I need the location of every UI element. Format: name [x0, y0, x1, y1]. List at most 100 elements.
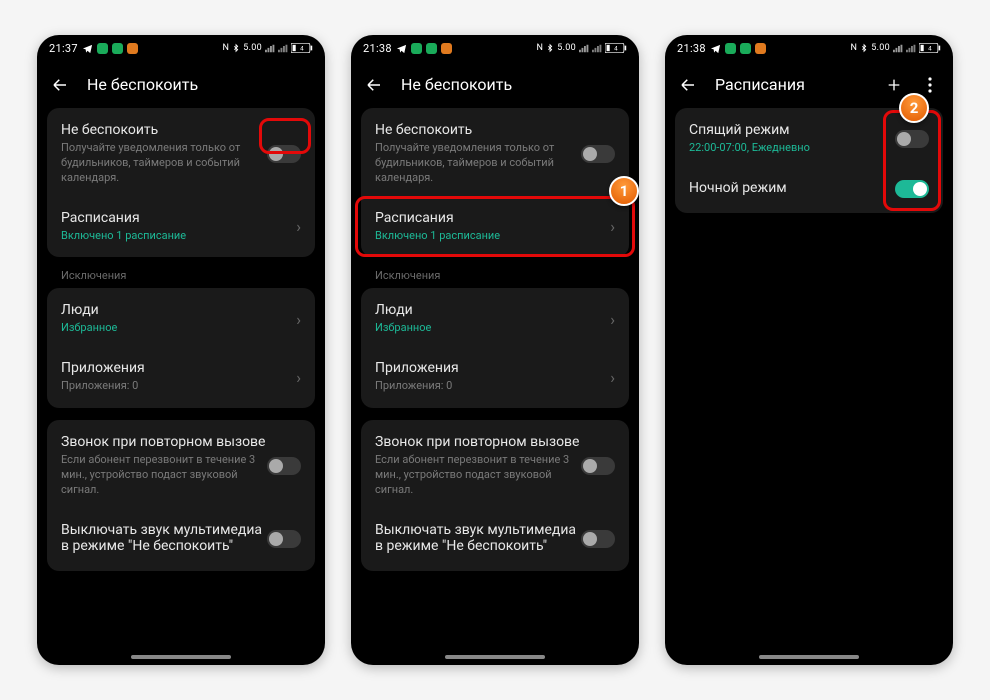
home-indicator[interactable]	[445, 655, 545, 659]
telegram-icon	[82, 43, 93, 54]
back-button[interactable]	[51, 76, 69, 94]
apps-subtitle: Приложения: 0	[375, 379, 610, 394]
signal-icon-2	[592, 44, 602, 53]
chevron-right-icon: ›	[610, 217, 615, 236]
repeat-call-title: Звонок при повторном вызове	[375, 434, 581, 450]
chevron-right-icon: ›	[296, 217, 301, 236]
exceptions-label: Исключения	[361, 269, 629, 288]
repeat-call-row[interactable]: Звонок при повторном вызове Если абонент…	[361, 422, 629, 510]
apps-subtitle: Приложения: 0	[61, 379, 296, 394]
mute-media-toggle[interactable]	[581, 530, 615, 548]
dnd-toggle[interactable]	[581, 145, 615, 163]
dnd-toggle[interactable]	[267, 145, 301, 163]
sleep-mode-title: Спящий режим	[689, 122, 895, 138]
dnd-subtitle: Получайте уведомления только от будильни…	[61, 141, 267, 186]
signal-icon	[579, 44, 589, 53]
status-time: 21:38	[677, 42, 706, 55]
dnd-subtitle: Получайте уведомления только от будильни…	[375, 141, 581, 186]
chevron-right-icon: ›	[296, 310, 301, 329]
mute-media-row[interactable]: Выключать звук мультимедиа в режиме "Не …	[361, 510, 629, 569]
home-indicator[interactable]	[759, 655, 859, 659]
sleep-mode-subtitle: 22:00-07:00, Ежедневно	[689, 141, 895, 156]
app-icon-1	[97, 43, 108, 54]
mute-media-row[interactable]: Выключать звук мультимедиа в режиме "Не …	[47, 510, 315, 569]
exceptions-label: Исключения	[47, 269, 315, 288]
dnd-toggle-row[interactable]: Не беспокоить Получайте уведомления толь…	[361, 110, 629, 198]
night-mode-title: Ночной режим	[689, 180, 895, 196]
phone-screen-1: 21:37 N 5.00 4	[37, 35, 325, 665]
chevron-right-icon: ›	[610, 368, 615, 387]
status-bar: 21:38 N 5.00 4	[665, 35, 953, 61]
signal-icon	[265, 44, 275, 53]
people-row[interactable]: Люди Избранное ›	[47, 290, 315, 348]
schedules-title: Расписания	[375, 210, 610, 226]
settings-content: Не беспокоить Получайте уведомления толь…	[37, 108, 325, 665]
sleep-mode-toggle[interactable]	[895, 130, 929, 148]
callout-badge-2: 2	[899, 93, 929, 123]
schedules-title: Расписания	[61, 210, 296, 226]
bluetooth-icon	[546, 43, 554, 53]
chevron-right-icon: ›	[610, 310, 615, 329]
dnd-title: Не беспокоить	[375, 122, 581, 138]
repeat-call-toggle[interactable]	[581, 457, 615, 475]
add-button[interactable]	[885, 76, 903, 94]
apps-row[interactable]: Приложения Приложения: 0 ›	[361, 348, 629, 406]
repeat-call-toggle[interactable]	[267, 457, 301, 475]
app-icon-3	[127, 43, 138, 54]
page-title: Расписания	[715, 75, 805, 94]
more-button[interactable]	[921, 76, 939, 94]
nfc-icon: N	[851, 43, 858, 53]
app-icon-3	[755, 43, 766, 54]
apps-row[interactable]: Приложения Приложения: 0 ›	[47, 348, 315, 406]
people-title: Люди	[61, 302, 296, 318]
dnd-title: Не беспокоить	[61, 122, 267, 138]
nfc-icon: N	[537, 43, 544, 53]
repeat-call-subtitle: Если абонент перезвонит в течение 3 мин.…	[375, 453, 581, 498]
repeat-call-row[interactable]: Звонок при повторном вызове Если абонент…	[47, 422, 315, 510]
page-title: Не беспокоить	[87, 75, 198, 94]
bluetooth-icon	[860, 43, 868, 53]
net-speed: 5.00	[557, 43, 576, 53]
status-bar: 21:38 N 5.00 4	[351, 35, 639, 61]
home-indicator[interactable]	[131, 655, 231, 659]
night-mode-toggle[interactable]	[895, 180, 929, 198]
battery-icon: 4	[919, 43, 941, 53]
people-row[interactable]: Люди Избранное ›	[361, 290, 629, 348]
repeat-call-subtitle: Если абонент перезвонит в течение 3 мин.…	[61, 453, 267, 498]
page-title: Не беспокоить	[401, 75, 512, 94]
app-icon-2	[740, 43, 751, 54]
mute-media-toggle[interactable]	[267, 530, 301, 548]
back-button[interactable]	[365, 76, 383, 94]
battery-icon: 4	[605, 43, 627, 53]
schedules-row[interactable]: Расписания Включено 1 расписание › 1	[361, 198, 629, 256]
nfc-icon: N	[223, 43, 230, 53]
phone-screen-2: 21:38 N 5.00 4 Не беспокоить Не беспокои…	[351, 35, 639, 665]
apps-title: Приложения	[61, 360, 296, 376]
schedules-subtitle: Включено 1 расписание	[375, 229, 610, 244]
people-subtitle: Избранное	[61, 321, 296, 336]
mute-media-title: Выключать звук мультимедиа в режиме "Не …	[375, 522, 581, 554]
battery-icon: 4	[291, 43, 313, 53]
app-icon-3	[441, 43, 452, 54]
page-header: Не беспокоить	[37, 61, 325, 108]
bluetooth-icon	[232, 43, 240, 53]
settings-content: Спящий режим 22:00-07:00, Ежедневно Ночн…	[665, 108, 953, 665]
svg-text:4: 4	[300, 45, 304, 53]
schedules-row[interactable]: Расписания Включено 1 расписание ›	[47, 198, 315, 256]
telegram-icon	[396, 43, 407, 54]
callout-badge-1: 1	[609, 176, 639, 206]
phone-screen-3: 21:38 N 5.00 4 Расписания 2 Спящий режим	[665, 35, 953, 665]
night-mode-row[interactable]: Ночной режим	[675, 168, 943, 211]
settings-content: Не беспокоить Получайте уведомления толь…	[351, 108, 639, 665]
people-title: Люди	[375, 302, 610, 318]
repeat-call-title: Звонок при повторном вызове	[61, 434, 267, 450]
app-icon-2	[112, 43, 123, 54]
signal-icon-2	[906, 44, 916, 53]
back-button[interactable]	[679, 76, 697, 94]
signal-icon	[893, 44, 903, 53]
status-time: 21:37	[49, 42, 78, 55]
net-speed: 5.00	[871, 43, 890, 53]
page-header: Не беспокоить	[351, 61, 639, 108]
dnd-toggle-row[interactable]: Не беспокоить Получайте уведомления толь…	[47, 110, 315, 198]
schedules-subtitle: Включено 1 расписание	[61, 229, 296, 244]
